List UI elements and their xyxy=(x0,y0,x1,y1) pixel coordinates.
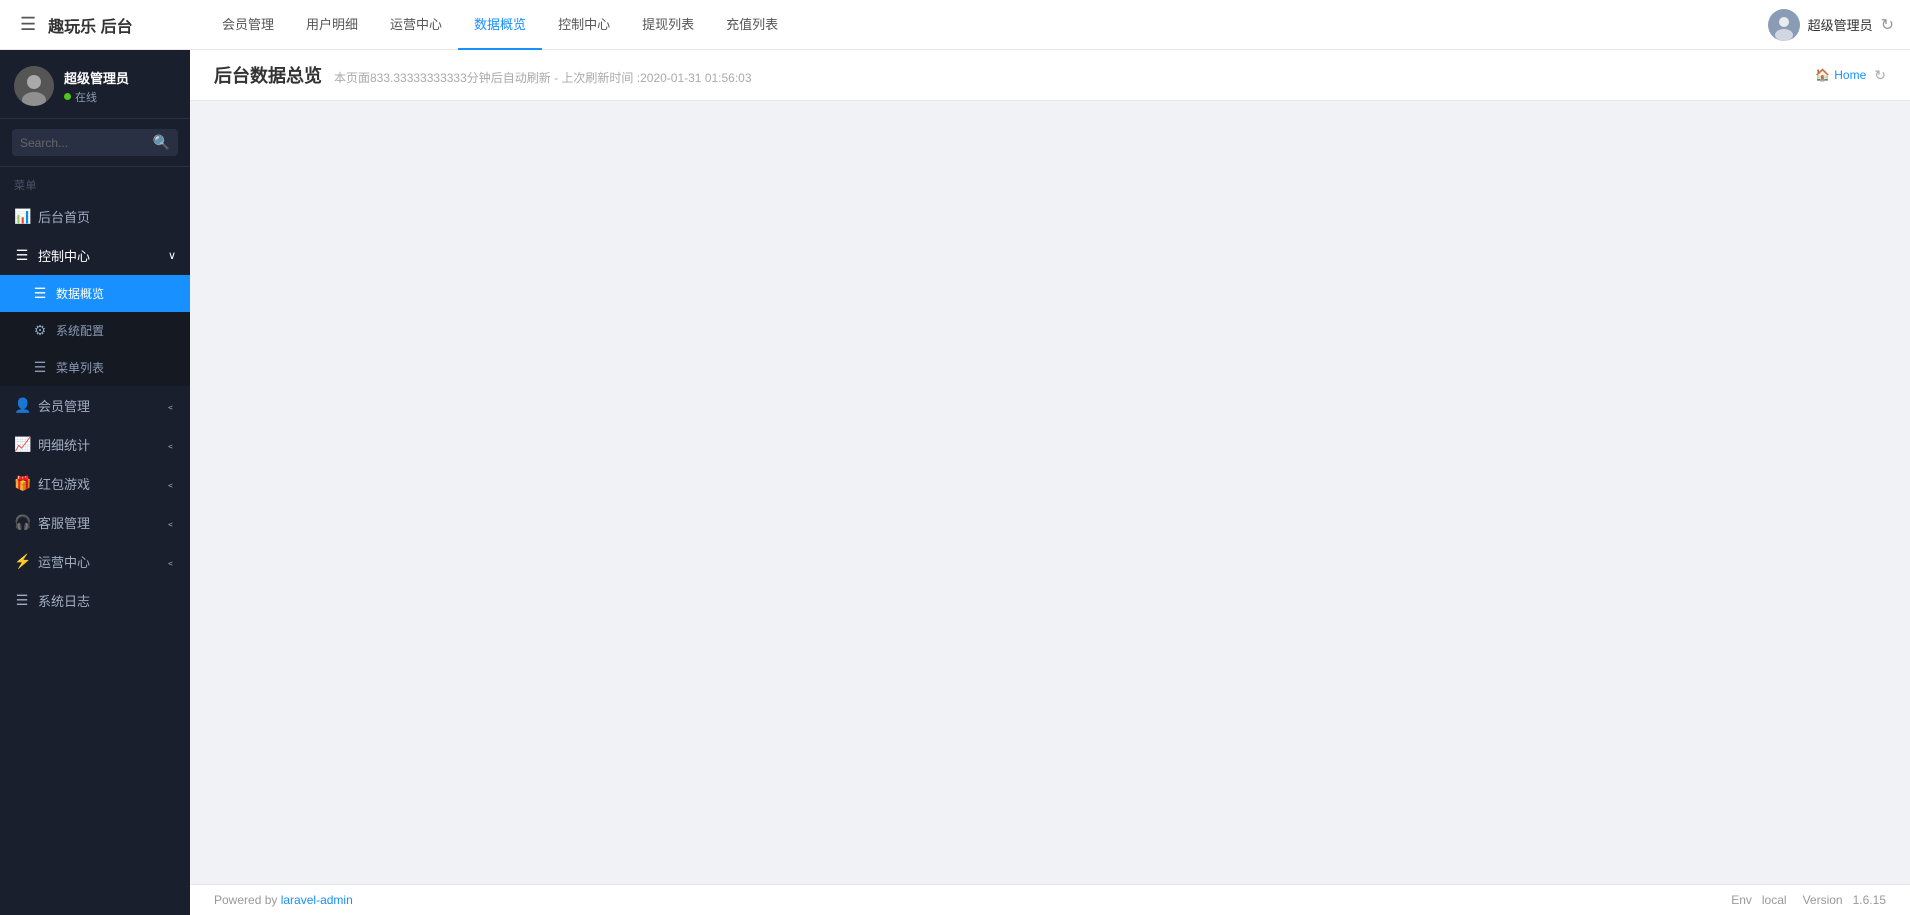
customer-service-arrow: ﹤ xyxy=(165,515,176,531)
refresh-icon[interactable]: ↻ xyxy=(1881,15,1894,35)
page-header-left: 后台数据总览 本页面833.33333333333分钟后自动刷新 - 上次刷新时… xyxy=(214,62,752,88)
top-nav-link-withdrawal-list[interactable]: 提现列表 xyxy=(626,0,710,50)
sidebar-item-label-data-overview: 数据概览 xyxy=(56,285,176,302)
search-input[interactable] xyxy=(20,136,147,150)
footer-powered-by: Powered by xyxy=(214,893,277,907)
footer: Powered by laravel-admin Env local Versi… xyxy=(190,884,1910,915)
page-body xyxy=(190,101,1910,884)
footer-env-value: local xyxy=(1762,893,1787,907)
footer-version: Version 1.6.15 xyxy=(1803,893,1886,907)
detail-stats-arrow: ﹤ xyxy=(165,437,176,453)
home-link-label: Home xyxy=(1834,68,1866,82)
hamburger-button[interactable]: ☰ xyxy=(16,10,40,39)
footer-env: Env local xyxy=(1731,893,1786,907)
system-log-icon: ☰ xyxy=(14,592,30,609)
data-overview-icon: ☰ xyxy=(32,285,48,302)
ops-center-arrow: ﹤ xyxy=(165,554,176,570)
sidebar-item-control-center[interactable]: ☰ 控制中心 ∨ xyxy=(0,236,190,275)
sidebar-item-menu-list[interactable]: ☰ 菜单列表 xyxy=(0,349,190,386)
ops-center-icon: ⚡ xyxy=(14,553,30,570)
top-nav-link-user-detail[interactable]: 用户明细 xyxy=(290,0,374,50)
sidebar-item-label-system-log: 系统日志 xyxy=(38,591,176,610)
sidebar-item-label-customer-service: 客服管理 xyxy=(38,513,157,532)
control-center-submenu: ☰ 数据概览 ⚙ 系统配置 ☰ 菜单列表 xyxy=(0,275,190,386)
home-icon: 🏠 xyxy=(1815,68,1830,82)
page-refresh-icon[interactable]: ↻ xyxy=(1874,67,1886,84)
control-center-arrow: ∨ xyxy=(168,249,176,262)
sidebar-item-system-log[interactable]: ☰ 系统日志 xyxy=(0,581,190,620)
page-title: 后台数据总览 xyxy=(214,62,322,88)
top-nav-link-ops-center[interactable]: 运营中心 xyxy=(374,0,458,50)
sidebar-item-red-packet[interactable]: 🎁 红包游戏 ﹤ xyxy=(0,464,190,503)
footer-version-value: 1.6.15 xyxy=(1853,893,1886,907)
sidebar-item-detail-stats[interactable]: 📈 明细统计 ﹤ xyxy=(0,425,190,464)
sidebar-item-dashboard[interactable]: 📊 后台首页 xyxy=(0,197,190,236)
member-mgmt-icon: 👤 xyxy=(14,397,30,414)
sidebar-item-label-member-mgmt: 会员管理 xyxy=(38,396,157,415)
username-top: 超级管理员 xyxy=(1808,15,1873,34)
page-subtitle: 本页面833.33333333333分钟后自动刷新 - 上次刷新时间 :2020… xyxy=(334,69,752,86)
system-config-icon: ⚙ xyxy=(32,322,48,339)
sidebar-item-data-overview[interactable]: ☰ 数据概览 xyxy=(0,275,190,312)
home-link[interactable]: 🏠 Home xyxy=(1815,68,1866,82)
top-nav-link-member-mgmt[interactable]: 会员管理 xyxy=(206,0,290,50)
top-nav-link-control-center[interactable]: 控制中心 xyxy=(542,0,626,50)
detail-stats-icon: 📈 xyxy=(14,436,30,453)
top-nav-link-recharge-list[interactable]: 充值列表 xyxy=(710,0,794,50)
sidebar-item-label-menu-list: 菜单列表 xyxy=(56,359,176,376)
status-text: 在线 xyxy=(75,89,97,105)
top-nav-links: 会员管理用户明细运营中心数据概览控制中心提现列表充值列表 xyxy=(206,0,1768,50)
top-nav-link-data-overview[interactable]: 数据概览 xyxy=(458,0,542,50)
brand-area: ☰ 趣玩乐 后台 xyxy=(16,10,206,39)
sidebar-item-label-ops-center: 运营中心 xyxy=(38,552,157,571)
sidebar: 超级管理员 在线 🔍 菜单 📊 后台首页 ☰ 控制中心 ∨ xyxy=(0,50,190,915)
footer-link[interactable]: laravel-admin xyxy=(281,893,353,907)
sidebar-user-info: 超级管理员 在线 xyxy=(64,68,129,105)
sidebar-item-label-control-center: 控制中心 xyxy=(38,246,160,265)
sidebar-item-member-mgmt[interactable]: 👤 会员管理 ﹤ xyxy=(0,386,190,425)
red-packet-arrow: ﹤ xyxy=(165,476,176,492)
sidebar-item-label-dashboard: 后台首页 xyxy=(38,207,176,226)
body-area: 超级管理员 在线 🔍 菜单 📊 后台首页 ☰ 控制中心 ∨ xyxy=(0,50,1910,915)
footer-left: Powered by laravel-admin xyxy=(214,893,353,907)
footer-version-label: Version xyxy=(1803,893,1843,907)
footer-env-label: Env xyxy=(1731,893,1752,907)
sidebar-search-section: 🔍 xyxy=(0,119,190,167)
sidebar-section-label: 菜单 xyxy=(0,167,190,197)
customer-service-icon: 🎧 xyxy=(14,514,30,531)
main-content: 后台数据总览 本页面833.33333333333分钟后自动刷新 - 上次刷新时… xyxy=(190,50,1910,915)
sidebar-user-section: 超级管理员 在线 xyxy=(0,50,190,119)
sidebar-item-system-config[interactable]: ⚙ 系统配置 xyxy=(0,312,190,349)
status-dot xyxy=(64,93,71,100)
sidebar-item-label-detail-stats: 明细统计 xyxy=(38,435,157,454)
sidebar-item-customer-service[interactable]: 🎧 客服管理 ﹤ xyxy=(0,503,190,542)
sidebar-item-label-red-packet: 红包游戏 xyxy=(38,474,157,493)
control-center-icon: ☰ xyxy=(14,247,30,264)
search-input-wrap: 🔍 xyxy=(12,129,178,156)
footer-right: Env local Version 1.6.15 xyxy=(1731,893,1886,907)
sidebar-username: 超级管理员 xyxy=(64,68,129,87)
page-header: 后台数据总览 本页面833.33333333333分钟后自动刷新 - 上次刷新时… xyxy=(190,50,1910,101)
brand-title: 趣玩乐 后台 xyxy=(48,13,132,37)
sidebar-item-label-system-config: 系统配置 xyxy=(56,322,176,339)
top-nav-right: 超级管理员 ↻ xyxy=(1768,9,1894,41)
dashboard-icon: 📊 xyxy=(14,208,30,225)
sidebar-item-ops-center[interactable]: ⚡ 运营中心 ﹤ xyxy=(0,542,190,581)
top-navigation: ☰ 趣玩乐 后台 会员管理用户明细运营中心数据概览控制中心提现列表充值列表 超级… xyxy=(0,0,1910,50)
red-packet-icon: 🎁 xyxy=(14,475,30,492)
page-header-right: 🏠 Home ↻ xyxy=(1815,67,1886,84)
sidebar-avatar xyxy=(14,66,54,106)
user-avatar-top xyxy=(1768,9,1800,41)
member-mgmt-arrow: ﹤ xyxy=(165,398,176,414)
search-icon-button[interactable]: 🔍 xyxy=(153,134,170,151)
sidebar-status: 在线 xyxy=(64,89,129,105)
menu-list-icon: ☰ xyxy=(32,359,48,376)
